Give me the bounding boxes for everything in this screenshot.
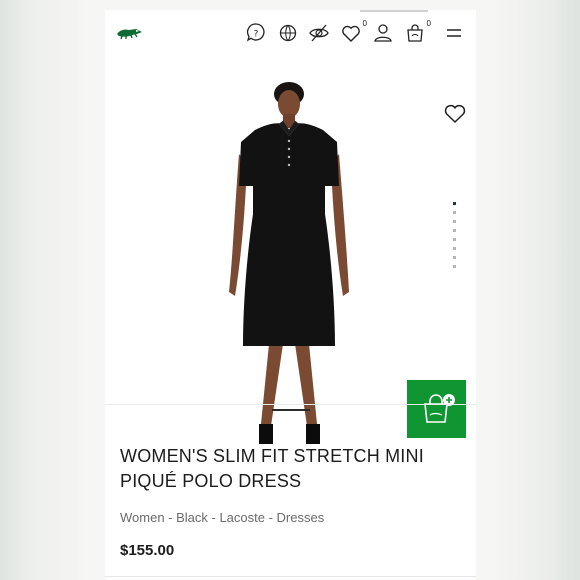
help-icon[interactable]: ? xyxy=(245,22,267,44)
add-to-bag-button[interactable] xyxy=(407,380,466,438)
slide-dot[interactable] xyxy=(453,265,456,268)
slide-dot[interactable] xyxy=(453,256,456,259)
slide-dot[interactable] xyxy=(453,229,456,232)
add-to-bag-icon xyxy=(424,394,455,423)
slide-dot[interactable] xyxy=(453,202,456,205)
product-breadcrumbs[interactable]: Women - Black - Lacoste - Dresses xyxy=(120,510,324,525)
slide-dot[interactable] xyxy=(453,220,456,223)
slide-dot[interactable] xyxy=(453,247,456,250)
product-title: WOMEN'S SLIM FIT STRETCH MINI PIQUÉ POLO… xyxy=(120,444,440,494)
scroll-indicator xyxy=(272,409,310,411)
svg-text:?: ? xyxy=(254,30,259,40)
slide-dot[interactable] xyxy=(453,238,456,241)
product-page: ? 0 0 WOMEN'S SLIM FIT STRETCH MINI PIQU… xyxy=(105,10,476,580)
site-header: ? 0 0 xyxy=(105,10,476,54)
gallery-divider xyxy=(105,404,476,405)
product-title-line-2: PIQUÉ POLO DRESS xyxy=(120,471,302,491)
product-title-line-1: WOMEN'S SLIM FIT STRETCH MINI xyxy=(120,446,424,466)
wishlist-count: 0 xyxy=(362,19,367,28)
menu-icon[interactable] xyxy=(443,22,465,44)
add-to-wishlist-icon[interactable] xyxy=(443,102,467,124)
wishlist-icon[interactable]: 0 xyxy=(340,19,367,44)
product-gallery[interactable] xyxy=(105,54,476,444)
crocodile-logo[interactable] xyxy=(116,26,143,40)
product-image xyxy=(229,82,349,444)
bag-icon[interactable]: 0 xyxy=(404,19,431,44)
hide-icon[interactable] xyxy=(308,22,330,44)
language-icon[interactable] xyxy=(277,22,299,44)
bag-count: 0 xyxy=(426,19,431,28)
slide-indicator xyxy=(452,202,458,274)
account-icon[interactable] xyxy=(372,22,394,44)
slide-dot[interactable] xyxy=(453,211,456,214)
bottom-divider xyxy=(105,576,476,577)
product-price: $155.00 xyxy=(120,542,175,559)
